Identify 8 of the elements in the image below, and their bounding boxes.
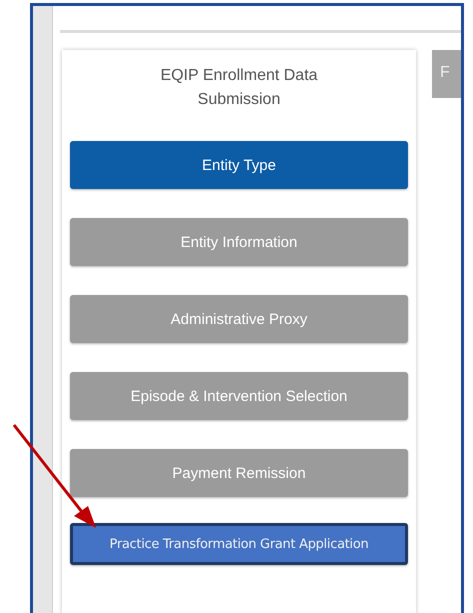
step-button[interactable]: Administrative Proxy — [70, 295, 408, 343]
step-button[interactable]: Entity Type — [70, 141, 408, 189]
step-button[interactable]: Practice Transformation Grant Application — [70, 523, 408, 565]
step-button[interactable]: Entity Information — [70, 218, 408, 266]
step-button[interactable]: Payment Remission — [70, 449, 408, 497]
step-button[interactable]: Episode & Intervention Selection — [70, 372, 408, 420]
side-tab[interactable]: F — [432, 50, 461, 98]
panel-title: EQIP Enrollment Data Submission — [159, 66, 319, 110]
